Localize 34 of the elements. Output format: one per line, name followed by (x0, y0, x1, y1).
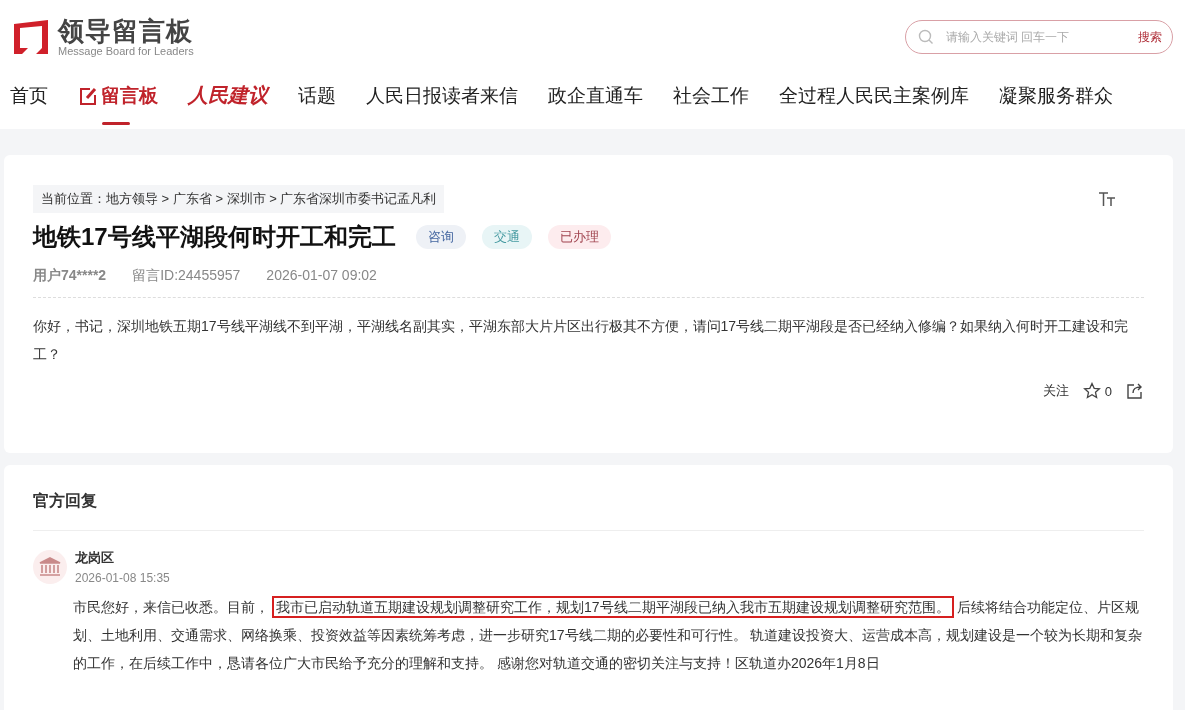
message-title: 地铁17号线平湖段何时开工和完工 (33, 222, 396, 252)
edit-icon (78, 85, 98, 106)
nav-tab[interactable]: 全过程人民民主案例库 (779, 62, 969, 129)
nav-tab[interactable]: 人民建议 (188, 62, 268, 129)
message-id: 留言ID:24455957 (132, 267, 241, 285)
nav-tab[interactable]: 话题 (298, 62, 336, 129)
site-subtitle: Message Board for Leaders (58, 45, 194, 57)
share-icon[interactable] (1126, 382, 1144, 400)
nav-tab[interactable]: 首页 (10, 62, 48, 129)
font-size-icon[interactable] (1098, 191, 1116, 207)
search-button[interactable]: 搜索 (1138, 28, 1162, 46)
nav-tab[interactable]: 凝聚服务群众 (999, 62, 1113, 129)
nav-tab[interactable]: 留言板 (78, 62, 158, 129)
logo-icon (12, 18, 50, 56)
reply-time: 2026-01-08 15:35 (75, 571, 170, 585)
tag: 咨询 (415, 225, 466, 249)
nav-tab[interactable]: 政企直通车 (548, 62, 643, 129)
site-title: 领导留言板 (58, 17, 194, 45)
nav-tab[interactable]: 社会工作 (673, 62, 749, 129)
section-heading: 官方回复 (33, 491, 1144, 531)
reply-body: 市民您好，来信已收悉。目前， 我市已启动轨道五期建设规划调整研究工作，规划17号线二期平湖段已纳入我市五期建设规划调整研究范围。 后续将结合功能定位、片区规划、土地利用、交通需求、网络换乘、投资效益等因素统筹考虑，进一步研究17号线二期的必要性和可行性。 轨道建设投资大、运营成本高，规划建设是一个较为长期和复杂的工作，在后续工作中，恳请各位广大市民给予充分的理解和支持。 感谢您对轨道交通的密切关注与支持！区轨道办2026年1月8日 (73, 593, 1144, 677)
message-body: 你好，书记，深圳地铁五期17号线平湖线不到平湖，平湖线名副其实，平湖东部大片片区出行极其不方便，请问17号线二期平湖段是否已经纳入修编？如果纳入何时开工建设和完工？ (33, 317, 1130, 364)
message-time: 2026-01-07 09:02 (266, 267, 377, 285)
like-button[interactable]: 0 (1082, 382, 1112, 400)
nav-tab[interactable]: 人民日报读者来信 (366, 62, 518, 129)
government-icon (33, 550, 67, 584)
breadcrumb: 当前位置：地方领导 > 广东省 > 深圳市 > 广东省深圳市委书记孟凡利 (33, 185, 445, 213)
tag: 交通 (481, 225, 532, 249)
star-icon (1082, 382, 1101, 400)
search-icon (918, 29, 934, 45)
department-name: 龙岗区 (75, 549, 115, 567)
tag: 已办理 (547, 225, 611, 249)
follow-button[interactable]: 关注 (1042, 382, 1069, 400)
user-name: 用户74****2 (33, 267, 107, 285)
